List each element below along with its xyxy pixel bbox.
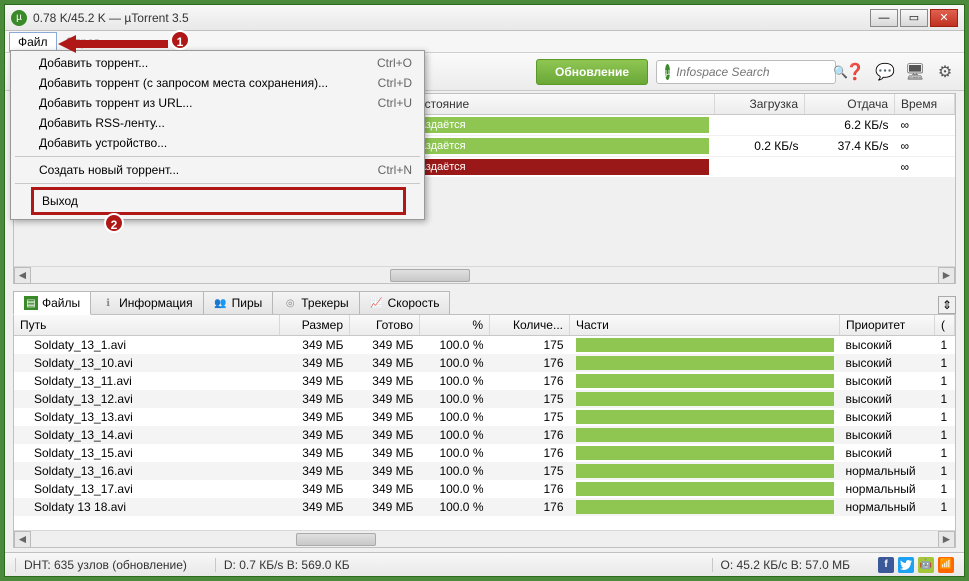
col-up[interactable]: Отдача (805, 94, 895, 115)
file-row[interactable]: Soldaty_13_13.avi349 МБ349 МБ100.0 %175в… (14, 408, 955, 426)
twitter-icon[interactable] (898, 557, 914, 573)
maximize-button[interactable]: ▭ (900, 9, 928, 27)
help-icon[interactable]: ❓ (844, 61, 866, 83)
menu-file[interactable]: Файл (9, 32, 57, 52)
scroll-thumb[interactable] (296, 533, 376, 546)
close-button[interactable]: ✕ (930, 9, 958, 27)
menu-separator (15, 156, 420, 157)
scroll-right-icon[interactable]: ► (938, 531, 955, 548)
info-icon: ℹ (101, 296, 115, 310)
annotation-arrow (58, 35, 168, 53)
fh-pct[interactable]: % (420, 315, 490, 336)
files-h-scrollbar[interactable]: ◄ ► (14, 530, 955, 547)
peers-icon: 👥 (214, 296, 228, 310)
gear-icon[interactable]: ⚙ (934, 61, 956, 83)
menu-add-torrent-ask[interactable]: Добавить торрент (с запросом места сохра… (13, 73, 422, 93)
file-row[interactable]: Soldaty_13_1.avi349 МБ349 МБ100.0 %175вы… (14, 336, 955, 355)
facebook-icon[interactable]: f (878, 557, 894, 573)
tab-info[interactable]: ℹИнформация (90, 291, 203, 314)
tab-peers[interactable]: 👥Пиры (203, 291, 274, 314)
files-panel: Путь Размер Готово % Количе... Части При… (13, 314, 956, 548)
menu-add-url[interactable]: Добавить торрент из URL...Ctrl+U (13, 93, 422, 113)
file-row[interactable]: Soldaty_13_14.avi349 МБ349 МБ100.0 %176в… (14, 426, 955, 444)
file-row[interactable]: Soldaty_13_17.avi349 МБ349 МБ100.0 %176н… (14, 480, 955, 498)
status-up: O: 45.2 КБ/с В: 57.0 МБ (712, 558, 858, 572)
fh-prio[interactable]: Приоритет (840, 315, 935, 336)
col-down[interactable]: Загрузка (715, 94, 805, 115)
file-row[interactable]: Soldaty_13_12.avi349 МБ349 МБ100.0 %175в… (14, 390, 955, 408)
chat-icon[interactable]: 💬 (874, 61, 896, 83)
file-row[interactable]: Soldaty_13_16.avi349 МБ349 МБ100.0 %175н… (14, 462, 955, 480)
menu-add-torrent[interactable]: Добавить торрент...Ctrl+O (13, 53, 422, 73)
speed-icon: 📈 (370, 296, 384, 310)
scroll-right-icon[interactable]: ► (938, 267, 955, 284)
tab-trackers[interactable]: ◎Трекеры (272, 291, 359, 314)
scroll-thumb[interactable] (390, 269, 470, 282)
file-row[interactable]: Soldaty_13_15.avi349 МБ349 МБ100.0 %176в… (14, 444, 955, 462)
fh-last[interactable]: ( (935, 315, 955, 336)
tab-speed[interactable]: 📈Скорость (359, 291, 451, 314)
social-icons: f 🤖 📶 (878, 557, 954, 573)
h-scrollbar[interactable]: ◄ ► (14, 266, 955, 283)
file-menu-dropdown: Добавить торрент...Ctrl+O Добавить торре… (10, 50, 425, 220)
files-icon: ▤ (24, 296, 38, 310)
menu-separator (15, 183, 420, 184)
annotation-badge-1: 1 (170, 30, 190, 50)
window-buttons: — ▭ ✕ (870, 9, 958, 27)
col-time[interactable]: Время (895, 94, 955, 115)
statusbar: DHT: 635 узлов (обновление) D: 0.7 КБ/s … (5, 552, 964, 576)
minimize-button[interactable]: — (870, 9, 898, 27)
titlebar[interactable]: µ 0.78 K/45.2 K — µTorrent 3.5 — ▭ ✕ (5, 5, 964, 31)
fh-done[interactable]: Готово (350, 315, 420, 336)
app-logo-icon: µ (11, 10, 27, 26)
window-title: 0.78 K/45.2 K — µTorrent 3.5 (33, 11, 870, 25)
trackers-icon: ◎ (283, 296, 297, 310)
tab-expand-button[interactable]: ⇕ (938, 296, 956, 314)
search-input[interactable] (676, 65, 833, 79)
search-logo-icon: µ (665, 64, 670, 80)
update-button[interactable]: Обновление (536, 59, 648, 85)
annotation-badge-2: 2 (104, 213, 124, 233)
file-row[interactable]: Soldaty_13_11.avi349 МБ349 МБ100.0 %176в… (14, 372, 955, 390)
file-row[interactable]: Soldaty 13 18.avi349 МБ349 МБ100.0 %176н… (14, 498, 955, 516)
android-icon[interactable]: 🤖 (918, 557, 934, 573)
remote-icon[interactable]: 🖥 (904, 61, 926, 83)
menu-create-torrent[interactable]: Создать новый торрент...Ctrl+N (13, 160, 422, 180)
status-down: D: 0.7 КБ/s В: 569.0 КБ (215, 558, 358, 572)
menu-add-rss[interactable]: Добавить RSS-ленту... (13, 113, 422, 133)
scroll-left-icon[interactable]: ◄ (14, 531, 31, 548)
rss-icon[interactable]: 📶 (938, 557, 954, 573)
menu-exit-highlighted[interactable]: Выход (31, 187, 406, 215)
fh-pieces[interactable]: Количе... (490, 315, 570, 336)
detail-tabs: ▤Файлы ℹИнформация 👥Пиры ◎Трекеры 📈Скоро… (13, 290, 956, 314)
fh-parts[interactable]: Части (570, 315, 840, 336)
tab-files[interactable]: ▤Файлы (13, 291, 91, 315)
status-dht: DHT: 635 узлов (обновление) (15, 558, 195, 572)
fh-path[interactable]: Путь (14, 315, 280, 336)
fh-size[interactable]: Размер (280, 315, 350, 336)
menu-add-device[interactable]: Добавить устройство... (13, 133, 422, 153)
file-row[interactable]: Soldaty_13_10.avi349 МБ349 МБ100.0 %176в… (14, 354, 955, 372)
search-box[interactable]: µ 🔍 (656, 60, 836, 84)
scroll-left-icon[interactable]: ◄ (14, 267, 31, 284)
